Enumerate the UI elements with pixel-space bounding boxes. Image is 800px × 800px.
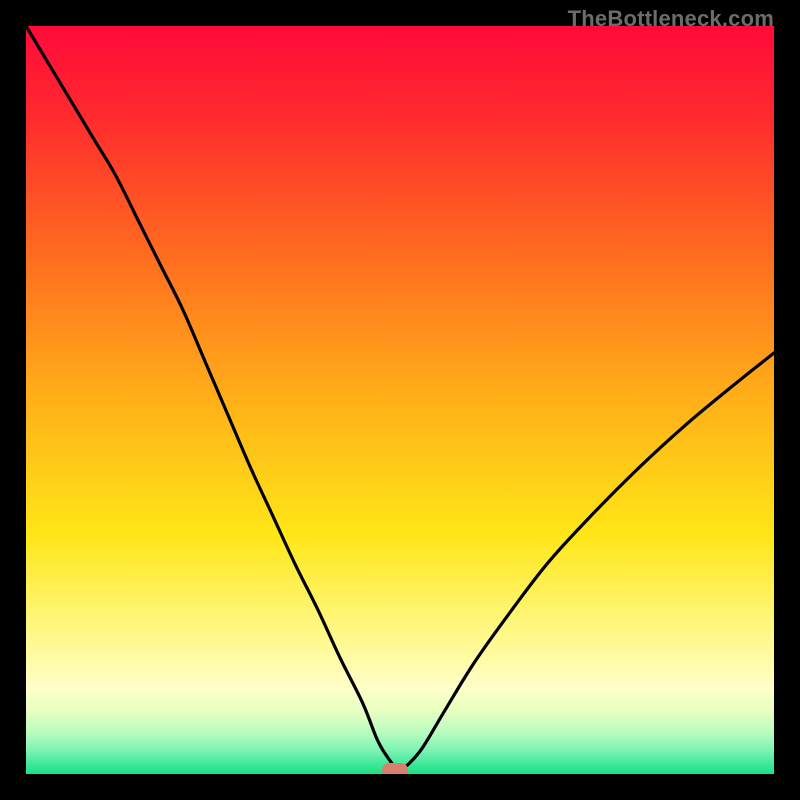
chart-frame: TheBottleneck.com <box>0 0 800 800</box>
plot-area <box>26 26 774 774</box>
watermark-text: TheBottleneck.com <box>568 6 774 32</box>
minimum-marker <box>382 763 408 775</box>
bottleneck-curve <box>26 26 774 774</box>
